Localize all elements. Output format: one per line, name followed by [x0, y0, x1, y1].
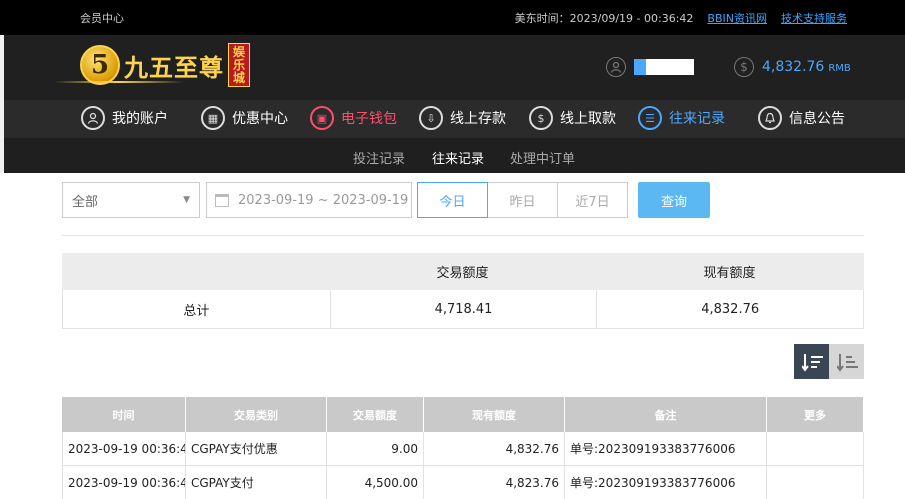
balance-value: 4,832.76: [762, 59, 825, 75]
summary-table: 交易额度 现有额度 总计 4,718.41 4,832.76: [62, 253, 864, 329]
last-7-days-button[interactable]: 近7日: [557, 182, 628, 218]
balance-info[interactable]: $ 4,832.76 RMB: [734, 57, 851, 77]
user-info[interactable]: [606, 57, 694, 77]
bell-icon: [758, 106, 782, 130]
logo-ornament: [54, 81, 184, 83]
divider: [62, 235, 864, 236]
member-center-label: 会员中心: [80, 12, 124, 25]
today-button[interactable]: 今日: [417, 182, 488, 218]
dollar-icon: $: [734, 57, 754, 77]
withdraw-icon: $: [529, 106, 553, 130]
col-remark: 备注: [565, 397, 767, 432]
nav-promotions[interactable]: ▦ 优惠中心: [201, 106, 288, 130]
date-range-input[interactable]: 2023-09-19 ~ 2023-09-19: [206, 182, 412, 218]
summary-header: 交易额度 现有额度: [62, 253, 864, 290]
caret-down-icon: ▼: [183, 195, 190, 205]
header: 5 九五至尊 娱 乐 城 $ 4,832.76 RMB: [4, 35, 905, 100]
deposit-icon: ⇩: [419, 106, 443, 130]
user-icon: [606, 57, 626, 77]
more-cell[interactable]: [767, 432, 864, 465]
col-balance: 现有额度: [424, 397, 565, 432]
records-header: 时间 交易类别 交易额度 现有额度 备注 更多: [62, 397, 864, 432]
nav-announcements[interactable]: 信息公告: [758, 106, 845, 130]
sort-desc-icon: [800, 353, 823, 372]
sub-nav: 投注记录 往来记录 处理中订单: [4, 138, 905, 177]
top-bar-right: 美东时间：2023/09/19 - 00:36:42 BBIN资讯网 技术支持服…: [515, 10, 847, 26]
eastern-time: 美东时间：2023/09/19 - 00:36:42: [514, 12, 694, 25]
nav-my-account[interactable]: 我的账户: [81, 106, 168, 130]
type-select[interactable]: 全部 ▼: [62, 182, 200, 218]
table-row: 2023-09-19 00:36:43 CGPAY支付 4,500.00 4,8…: [62, 466, 864, 499]
tech-support-link[interactable]: 技术支持服务: [781, 10, 847, 26]
username: [634, 59, 694, 75]
user-icon: [81, 106, 105, 130]
nav-online-withdraw[interactable]: $ 线上取款: [529, 106, 616, 130]
sort-descending-button[interactable]: [794, 344, 829, 379]
col-more: 更多: [767, 397, 864, 432]
gift-icon: ▦: [201, 106, 225, 130]
nav-e-wallet[interactable]: ▣ 电子钱包: [310, 106, 397, 130]
summary-total-row: 总计 4,718.41 4,832.76: [62, 290, 864, 329]
content-panel: 全部 ▼ 2023-09-19 ~ 2023-09-19 今日 昨日 近7日 查…: [0, 173, 905, 499]
col-amount: 交易额度: [327, 397, 424, 432]
logo-mark: 5: [80, 45, 120, 85]
col-time: 时间: [62, 397, 186, 432]
yesterday-button[interactable]: 昨日: [487, 182, 558, 218]
wallet-icon: ▣: [310, 106, 334, 130]
nav-transactions[interactable]: ☰ 往来记录: [638, 106, 725, 130]
tab-bet-records[interactable]: 投注记录: [353, 148, 405, 167]
table-row: 2023-09-19 00:36:43 CGPAY支付优惠 9.00 4,832…: [62, 432, 864, 466]
date-quick-select: 今日 昨日 近7日: [417, 182, 628, 218]
records-icon: ☰: [638, 106, 662, 130]
bbin-news-link[interactable]: BBIN资讯网: [707, 10, 767, 26]
main-nav: 我的账户 ▦ 优惠中心 ▣ 电子钱包 ⇩ 线上存款 $ 线上取款 ☰ 往来记录 …: [4, 100, 905, 138]
col-type: 交易类别: [186, 397, 327, 432]
calendar-icon: [215, 193, 229, 207]
records-table: 时间 交易类别 交易额度 现有额度 备注 更多 2023-09-19 00:36…: [62, 397, 864, 499]
sort-buttons: [794, 344, 864, 379]
nav-online-deposit[interactable]: ⇩ 线上存款: [419, 106, 506, 130]
filter-bar: 全部 ▼ 2023-09-19 ~ 2023-09-19 今日 昨日 近7日 查…: [62, 182, 710, 218]
logo-badge: 娱 乐 城: [228, 43, 250, 87]
top-bar: 会员中心 美东时间：2023/09/19 - 00:36:42 BBIN资讯网 …: [0, 0, 905, 35]
query-button[interactable]: 查询: [638, 182, 710, 218]
sort-asc-icon: [835, 353, 858, 372]
more-cell[interactable]: [767, 466, 864, 499]
tab-pending-orders[interactable]: 处理中订单: [510, 148, 575, 167]
tab-transactions[interactable]: 往来记录: [432, 148, 485, 177]
sort-ascending-button[interactable]: [829, 344, 864, 379]
logo-name: 九五至尊: [124, 52, 224, 82]
balance-currency: RMB: [828, 63, 851, 74]
